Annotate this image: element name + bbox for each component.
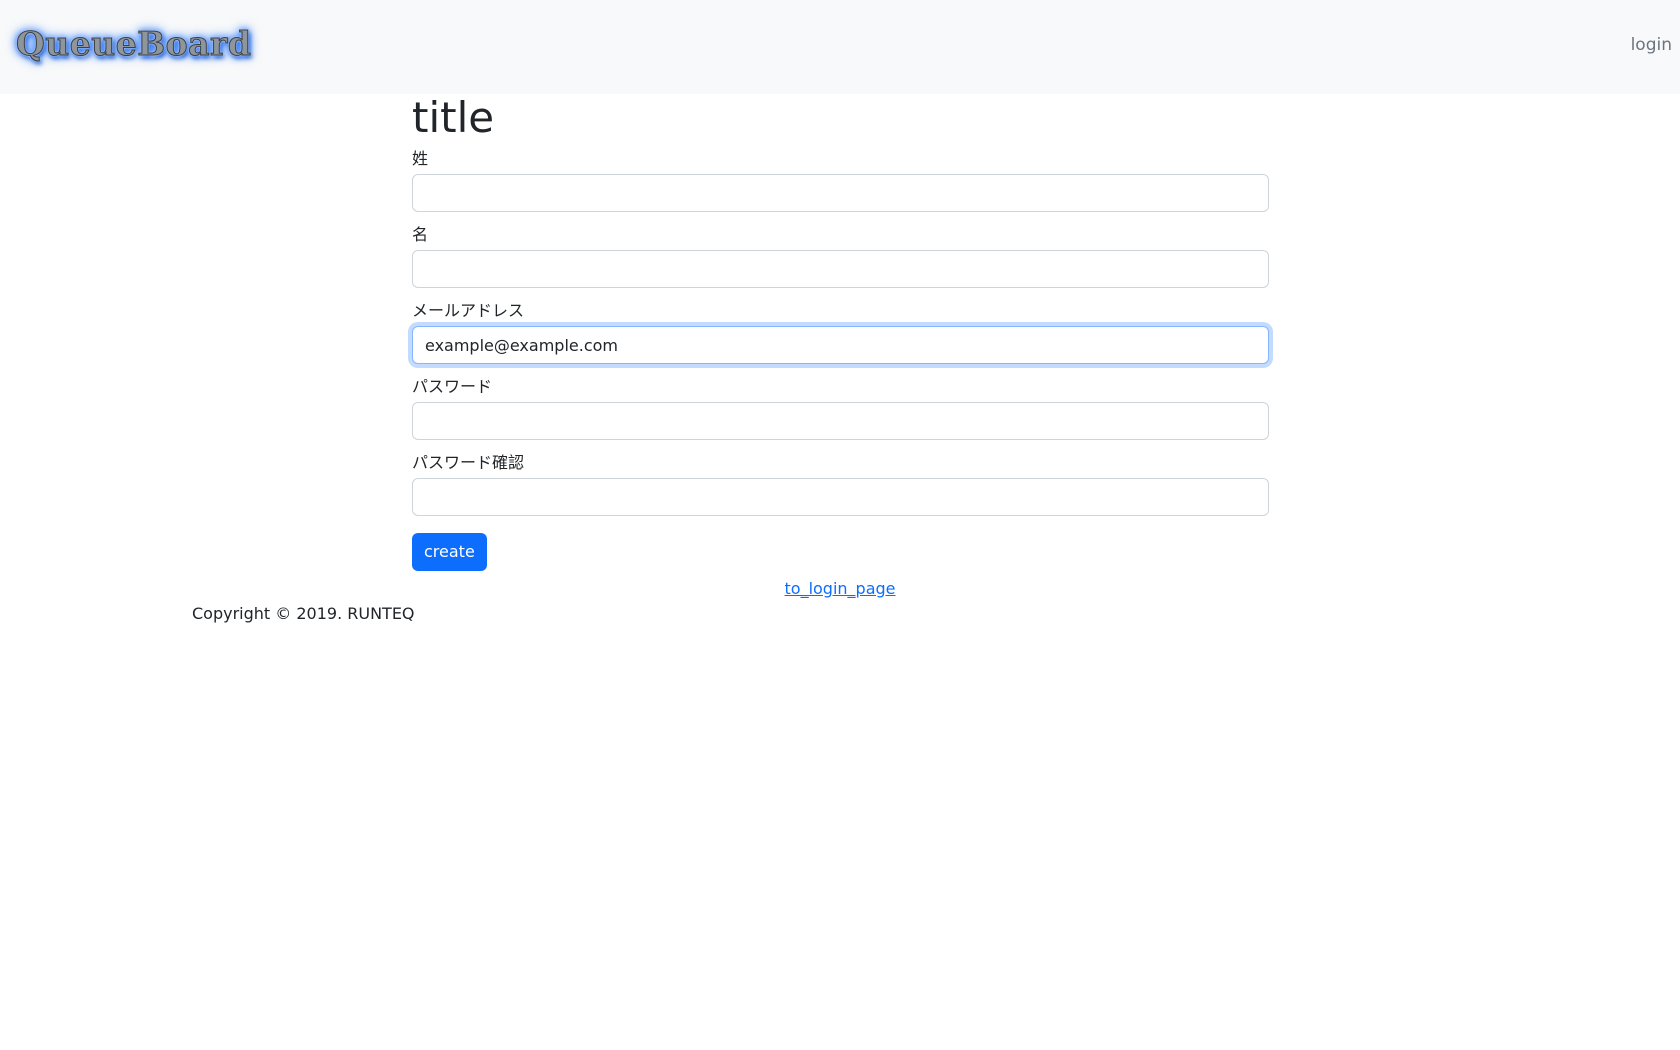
page-title: title [412, 93, 495, 142]
email-input[interactable] [412, 326, 1269, 364]
navbar: QueueBoard login [0, 0, 1680, 94]
first-name-label: 名 [412, 225, 429, 244]
last-name-input[interactable] [412, 174, 1269, 212]
field-email: メールアドレス [412, 302, 1269, 364]
signup-form-container: title 姓 名 メールアドレス パスワード パスワード確認 create [412, 94, 1269, 571]
password-confirmation-label: パスワード確認 [412, 453, 525, 472]
nav-login-link[interactable]: login [1631, 35, 1672, 55]
footer-copyright: Copyright © 2019. RUNTEQ [192, 604, 415, 623]
password-confirmation-input[interactable] [412, 478, 1269, 516]
field-first-name: 名 [412, 226, 1269, 288]
field-password-confirmation: パスワード確認 [412, 454, 1269, 516]
email-label: メールアドレス [412, 301, 525, 320]
field-password: パスワード [412, 378, 1269, 440]
first-name-input[interactable] [412, 250, 1269, 288]
password-input[interactable] [412, 402, 1269, 440]
to-login-page-link[interactable]: to_login_page [785, 579, 896, 598]
login-link-row: to_login_page [0, 579, 1680, 598]
brand-logo[interactable]: QueueBoard [15, 24, 251, 64]
password-label: パスワード [412, 377, 493, 396]
last-name-label: 姓 [412, 149, 429, 168]
field-last-name: 姓 [412, 150, 1269, 212]
create-button[interactable]: create [412, 533, 487, 571]
